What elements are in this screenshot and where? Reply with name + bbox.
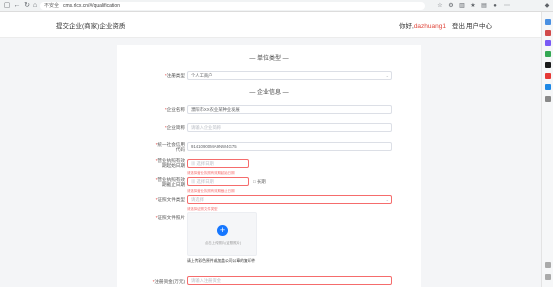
short-name-input[interactable]: 请输入企业简称 — [187, 123, 392, 132]
license-start-error: 请选择营业执照有效期起始日期 — [187, 171, 235, 175]
company-name-input[interactable]: 濮阳市XX农业某种业发展 — [187, 105, 392, 114]
site-header: 提交企业(商家)企业资质 你好,dazhuang1 登出 用户中心 — [0, 12, 541, 38]
user-greeting: 你好,dazhuang1 — [399, 20, 446, 30]
reg-type-select[interactable]: 个人工商户 ⌄ — [187, 71, 392, 80]
plus-icon: + — [217, 225, 228, 236]
credit-code-label: *统一社会信用 代码 — [155, 142, 185, 152]
tools-icon[interactable] — [545, 40, 551, 46]
license-start-label: *营业执照有效 期起始日期 — [155, 158, 185, 168]
outlook-icon[interactable] — [545, 84, 551, 90]
copilot-icon[interactable]: ◆ — [543, 2, 551, 10]
search-icon[interactable] — [545, 19, 551, 25]
license-end-error: 请选择营业执照有效期截止日期 — [187, 189, 235, 193]
back-icon[interactable]: ← — [13, 2, 21, 10]
short-name-label: *企业简称 — [164, 125, 185, 130]
window-icon[interactable]: ▢ — [3, 2, 11, 10]
more-icon[interactable]: ⋯ — [503, 2, 511, 10]
app-icon[interactable] — [545, 73, 551, 79]
reg-capital-input[interactable]: 请输入注册资金 — [187, 276, 392, 285]
browser-toolbar: ▢ ← ↻ ⌂ 不安全 cms.rlcx.cn/#/qualification ☆… — [0, 0, 553, 12]
user-center-link[interactable]: 用户中心 — [466, 20, 492, 30]
cert-photo-label: *证照文件照片 — [155, 215, 185, 220]
games-icon[interactable] — [545, 51, 551, 57]
edge-sidebar — [541, 12, 553, 287]
address-bar[interactable]: 不安全 cms.rlcx.cn/#/qualification — [40, 2, 425, 10]
collections-icon[interactable]: ▤ — [480, 2, 488, 10]
section-company-info: — 企业信息 — — [249, 90, 289, 96]
page-title: 提交企业(商家)企业资质 — [56, 23, 126, 30]
license-end-label: *营业执照有效 期截止日期 — [155, 177, 185, 187]
tiktok-icon[interactable] — [545, 62, 551, 68]
cert-photo-upload[interactable]: + 点击上传照片(证照照片) — [187, 212, 257, 256]
chevron-down-icon: ⌄ — [385, 73, 389, 78]
split-icon[interactable]: ▥ — [458, 2, 466, 10]
cert-type-select[interactable]: 请选择 ⌄ — [187, 195, 392, 204]
longterm-checkbox[interactable]: □ 长期 — [253, 179, 266, 185]
cert-type-label: *证照文件类型 — [155, 197, 185, 202]
home-icon[interactable]: ⌂ — [31, 2, 39, 10]
reg-capital-label: *注册资金(万元) — [152, 279, 185, 284]
url-text: cms.rlcx.cn/#/qualification — [63, 3, 120, 9]
security-label[interactable]: 不安全 — [44, 3, 59, 9]
chevron-down-icon: ⌄ — [385, 197, 389, 202]
extension-icon[interactable]: ⚙ — [447, 2, 455, 10]
profile-icon[interactable]: ● — [491, 2, 499, 10]
cert-type-error: 请选择证照文件类型 — [187, 207, 218, 211]
sidebar-layout-icon[interactable] — [545, 262, 551, 268]
greeting-text: 你好, — [399, 23, 414, 30]
favorites-icon[interactable]: ★ — [469, 2, 477, 10]
section-unit-type: — 单位类型 — — [249, 56, 289, 62]
upload-note: 请上传彩色原件或加盖公司公章的复印件 — [187, 259, 256, 263]
shopping-icon[interactable] — [545, 30, 551, 36]
star-icon[interactable]: ☆ — [436, 2, 444, 10]
add-icon[interactable] — [545, 96, 551, 102]
credit-code-input[interactable]: 91410900MA9NW4G75 — [187, 142, 392, 151]
license-start-date-picker[interactable]: ▦ 选择日期 — [187, 159, 249, 168]
form: — 单位类型 — *注册类型 个人工商户 ⌄ — 企业信息 — *企业名称 濮阳市… — [117, 45, 421, 287]
reload-icon[interactable]: ↻ — [23, 2, 31, 10]
username: dazhuang1 — [413, 23, 446, 30]
upload-hint: 点击上传照片(证照照片) — [204, 241, 242, 245]
license-end-date-picker[interactable]: ▦ 选择日期 — [187, 177, 249, 186]
reg-type-label: *注册类型 — [164, 73, 185, 78]
settings-icon[interactable] — [545, 274, 551, 280]
logout-link[interactable]: 登出 — [452, 20, 465, 30]
company-name-label: *企业名称 — [164, 107, 185, 112]
